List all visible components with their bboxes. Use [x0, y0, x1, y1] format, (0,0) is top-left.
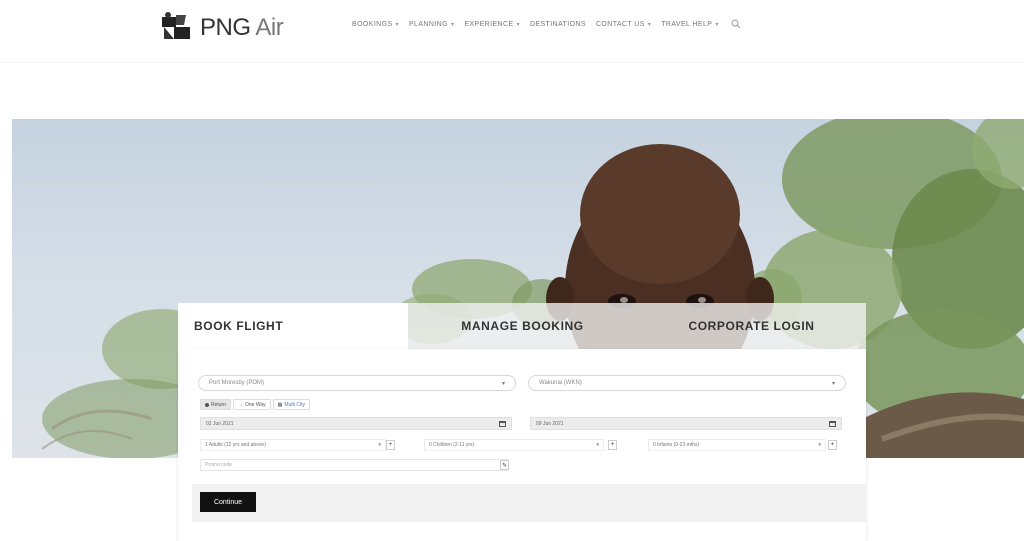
adults-select[interactable]: 1 Adults (12 yrs and above) ▾	[200, 439, 386, 451]
search-icon[interactable]	[731, 19, 741, 29]
header-divider	[0, 62, 1024, 63]
tab-book-flight[interactable]: Book Flight	[178, 303, 408, 349]
trip-multi-city[interactable]: ▦ Multi City	[272, 399, 310, 410]
main-nav: Bookings ▾ Planning ▾ Experience ▾ Destinat…	[352, 19, 741, 29]
adults-increment-button[interactable]: +	[386, 440, 395, 450]
chevron-down-icon: ▾	[516, 21, 520, 28]
nav-bookings[interactable]: Bookings ▾	[352, 21, 399, 28]
chevron-down-icon: ▾	[450, 21, 455, 28]
booking-action-bar	[192, 484, 866, 522]
tab-corporate-login[interactable]: Corporate Login	[637, 303, 866, 349]
return-date-field[interactable]: 09 Jun 2021	[530, 417, 842, 430]
chevron-down-icon: ▾	[831, 380, 835, 387]
children-increment-button[interactable]: +	[608, 440, 617, 450]
origin-value: Port Moresby (POM)	[209, 380, 265, 386]
chevron-down-icon: ▾	[715, 21, 719, 28]
chevron-down-icon: ▾	[395, 21, 399, 28]
logo[interactable]: PNG Air	[160, 8, 284, 48]
chevron-down-icon: ▾	[501, 380, 505, 387]
calendar-icon	[829, 420, 836, 427]
nav-destinations[interactable]: Destinations	[530, 21, 586, 28]
tab-manage-booking[interactable]: Manage Booking	[408, 303, 637, 349]
arrow-right-icon: →	[238, 401, 244, 408]
trip-one-way[interactable]: → One Way	[233, 399, 271, 410]
bird-of-paradise-logo-icon	[162, 12, 190, 39]
site-header: PNG Air Bookings ▾ Planning ▾ Experience ▾ …	[0, 0, 1024, 62]
children-select[interactable]: 0 Children (2-11 yrs) ▾	[424, 439, 604, 451]
depart-date-value: 02 Jun 2021	[206, 420, 234, 427]
promo-code-input[interactable]: Promo code	[200, 459, 508, 471]
trip-type-group: Return → One Way ▦ Multi City	[200, 399, 310, 410]
nav-travel-help[interactable]: Travel Help ▾	[661, 21, 719, 28]
chevron-down-icon: ▾	[378, 442, 381, 448]
infants-increment-button[interactable]: +	[828, 440, 837, 450]
origin-select[interactable]: Port Moresby (POM) ▾	[198, 375, 516, 391]
booking-tabs: Book Flight Manage Booking Corporate Log…	[178, 303, 866, 349]
destination-value: Wakunai (WKN)	[539, 380, 582, 386]
logo-text: PNG Air	[200, 14, 284, 41]
radio-selected-icon	[205, 402, 209, 407]
calendar-icon	[499, 420, 506, 427]
chevron-down-icon: ▾	[596, 442, 599, 448]
infants-select[interactable]: 0 Infants (0-23 mths) ▾	[648, 439, 826, 451]
return-date-value: 09 Jun 2021	[536, 420, 564, 427]
nav-planning[interactable]: Planning ▾	[409, 21, 454, 28]
chevron-down-icon: ▾	[818, 442, 821, 448]
depart-date-field[interactable]: 02 Jun 2021	[200, 417, 512, 430]
multi-city-icon: ▦	[277, 401, 283, 408]
nav-contact-us[interactable]: Contact Us ▾	[596, 21, 651, 28]
trip-return[interactable]: Return	[200, 399, 232, 410]
booking-widget: Book Flight Manage Booking Corporate Log…	[178, 303, 866, 541]
promo-apply-button[interactable]: ✎	[500, 460, 509, 470]
chevron-down-icon: ▾	[647, 21, 652, 28]
destination-select[interactable]: Wakunai (WKN) ▾	[528, 375, 846, 391]
continue-button[interactable]: Continue	[200, 492, 256, 512]
nav-experience[interactable]: Experience ▾	[464, 21, 520, 28]
